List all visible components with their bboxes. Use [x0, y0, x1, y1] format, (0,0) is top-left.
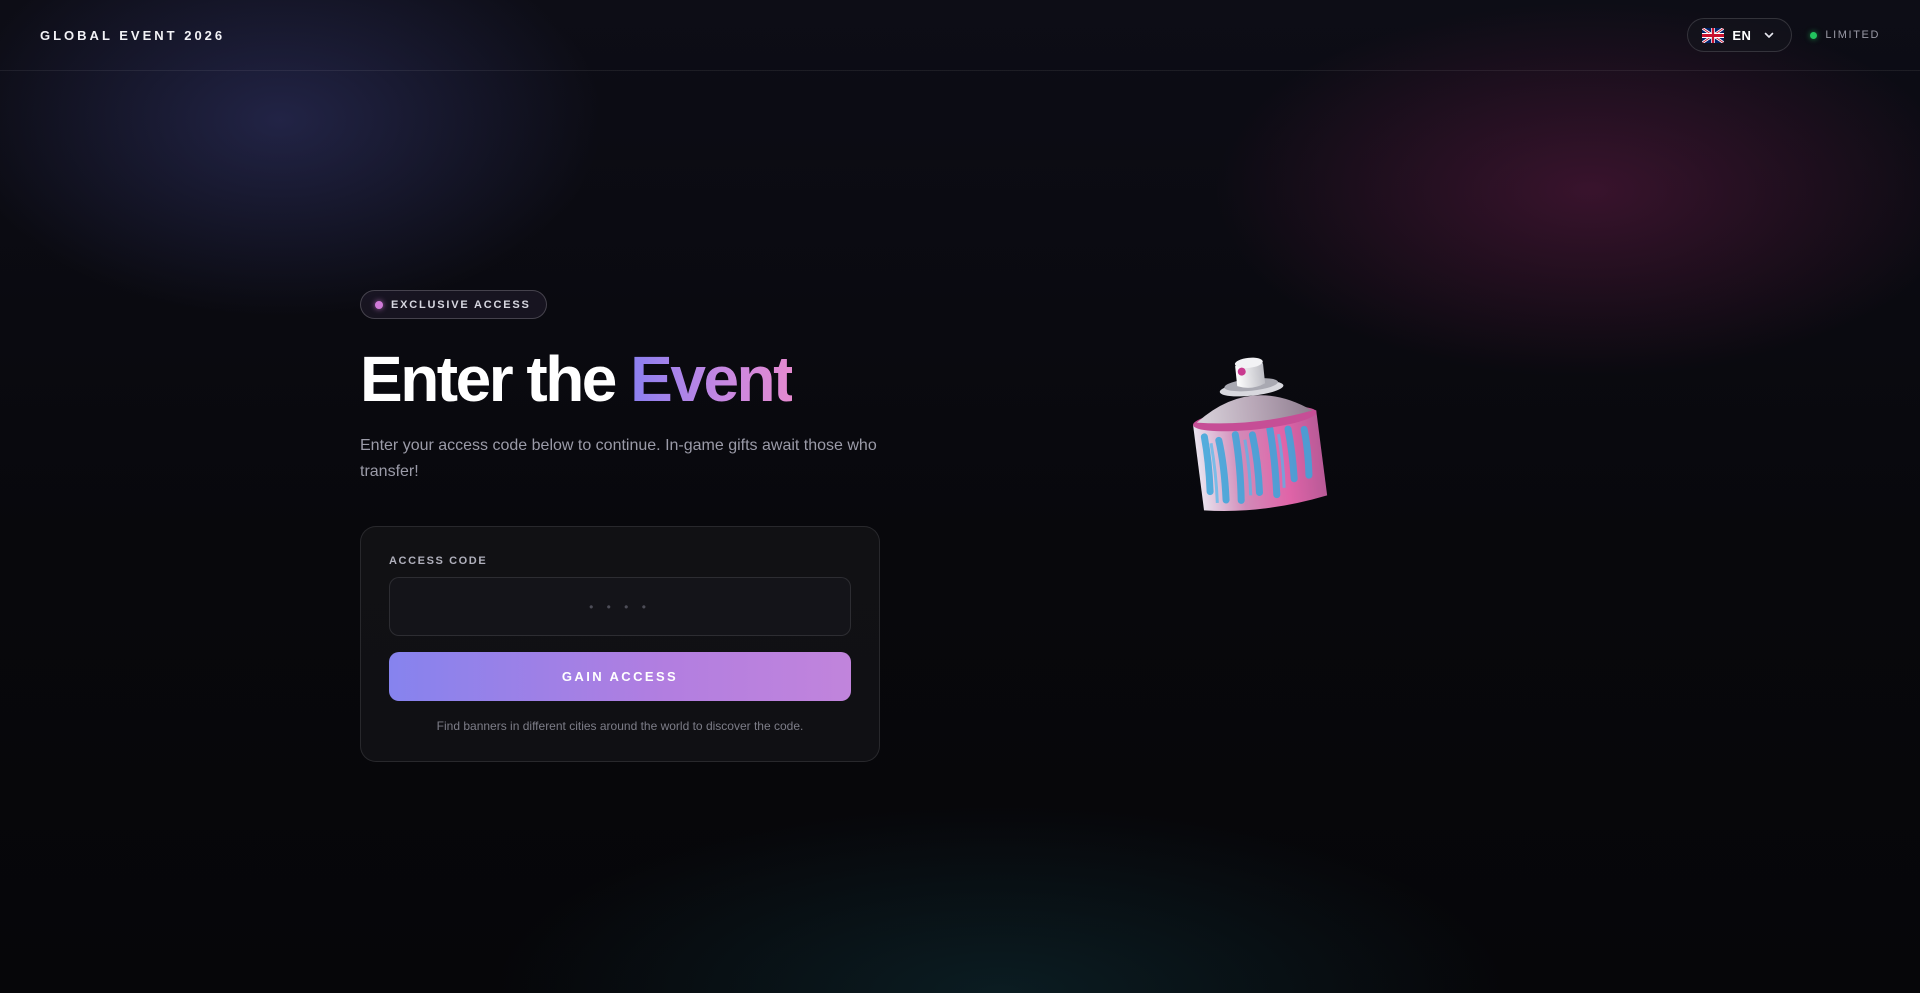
brand-title: GLOBAL EVENT 2026 — [40, 27, 226, 43]
status-label: LIMITED — [1825, 29, 1880, 41]
badge-dot — [375, 300, 383, 309]
top-bar: GLOBAL EVENT 2026 EN LIMITED — [0, 0, 1920, 71]
hero-section: EXCLUSIVE ACCESS Enter the Event Enter y… — [360, 290, 920, 485]
status-dot — [1810, 31, 1818, 39]
page-subtitle: Enter your access code below to continue… — [360, 437, 877, 480]
chevron-down-icon — [1765, 32, 1774, 38]
language-code: EN — [1732, 27, 1752, 43]
badge-label: EXCLUSIVE ACCESS — [391, 298, 531, 311]
access-code-label: ACCESS CODE — [389, 555, 488, 567]
title-plain: Enter the — [360, 343, 631, 415]
language-selector[interactable]: EN — [1687, 18, 1793, 52]
spray-can-icon — [1193, 357, 1328, 511]
exclusive-access-badge: EXCLUSIVE ACCESS — [360, 290, 547, 319]
access-hint: Find banners in different cities around … — [436, 719, 804, 733]
page-background — [0, 0, 1920, 993]
title-accent: Event — [630, 343, 794, 415]
status-indicator: LIMITED — [1810, 29, 1880, 41]
header-actions: EN LIMITED — [1687, 18, 1880, 52]
access-code-input[interactable]: • • • • — [389, 577, 851, 636]
gain-access-button[interactable]: GAIN ACCESS — [389, 652, 851, 701]
access-code-card: ACCESS CODE • • • • GAIN ACCESS Find ban… — [360, 526, 880, 762]
uk-flag-icon — [1702, 27, 1725, 43]
page-title: Enter the Event — [360, 347, 920, 411]
